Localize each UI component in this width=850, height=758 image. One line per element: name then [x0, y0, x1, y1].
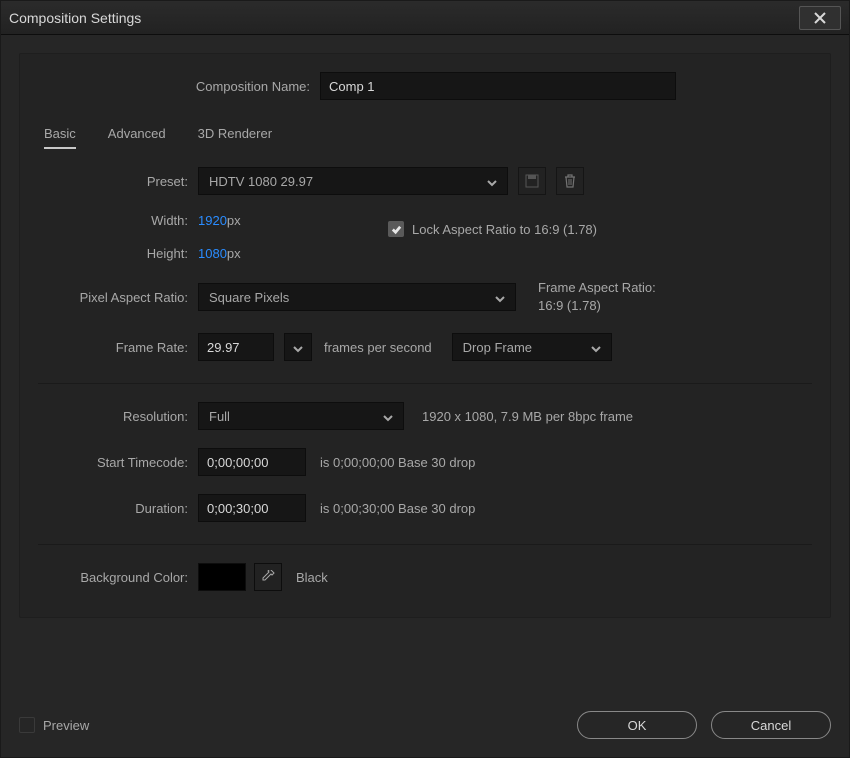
settings-panel: Composition Name: Basic Advanced 3D Rend… [19, 53, 831, 618]
eyedropper-button[interactable] [254, 563, 282, 591]
duration-label: Duration: [38, 501, 198, 516]
tab-advanced[interactable]: Advanced [108, 126, 166, 149]
preview-row: Preview [19, 717, 89, 733]
save-preset-button[interactable] [518, 167, 546, 195]
close-icon [814, 12, 826, 24]
chevron-down-icon [487, 176, 497, 186]
framerate-unit-label: frames per second [324, 340, 432, 355]
lock-aspect-label: Lock Aspect Ratio to 16:9 (1.78) [412, 222, 597, 237]
width-unit: px [227, 213, 241, 228]
resolution-label: Resolution: [38, 409, 198, 424]
delete-preset-button[interactable] [556, 167, 584, 195]
framerate-dropdown[interactable] [284, 333, 312, 361]
width-label: Width: [38, 213, 198, 228]
frame-aspect-label: Frame Aspect Ratio: [538, 279, 656, 297]
framerate-input[interactable] [198, 333, 274, 361]
resolution-info: 1920 x 1080, 7.9 MB per 8bpc frame [422, 409, 633, 424]
par-value: Square Pixels [209, 290, 289, 305]
start-timecode-label: Start Timecode: [38, 455, 198, 470]
chevron-down-icon [591, 342, 601, 352]
window-title: Composition Settings [9, 10, 141, 26]
preset-value: HDTV 1080 29.97 [209, 174, 313, 189]
composition-settings-window: Composition Settings Composition Name: B… [0, 0, 850, 758]
chevron-down-icon [495, 292, 505, 302]
cancel-button[interactable]: Cancel [711, 711, 831, 739]
divider [38, 383, 812, 384]
divider [38, 544, 812, 545]
dropframe-value: Drop Frame [463, 340, 532, 355]
save-icon [525, 174, 539, 188]
dropframe-select[interactable]: Drop Frame [452, 333, 612, 361]
ok-button[interactable]: OK [577, 711, 697, 739]
height-label: Height: [38, 246, 198, 261]
framerate-label: Frame Rate: [38, 340, 198, 355]
bg-color-label: Background Color: [38, 570, 198, 585]
preset-select[interactable]: HDTV 1080 29.97 [198, 167, 508, 195]
preset-label: Preset: [38, 174, 198, 189]
preview-label: Preview [43, 718, 89, 733]
checkmark-icon [391, 224, 402, 235]
resolution-value: Full [209, 409, 230, 424]
comp-name-label: Composition Name: [38, 79, 320, 94]
eyedropper-icon [261, 570, 275, 584]
start-timecode-info: is 0;00;00;00 Base 30 drop [320, 455, 475, 470]
tab-3d-renderer[interactable]: 3D Renderer [198, 126, 272, 149]
close-button[interactable] [799, 6, 841, 30]
lock-aspect-checkbox[interactable] [388, 221, 404, 237]
height-unit: px [227, 246, 241, 261]
start-timecode-input[interactable] [198, 448, 306, 476]
resolution-select[interactable]: Full [198, 402, 404, 430]
par-label: Pixel Aspect Ratio: [38, 290, 198, 305]
chevron-down-icon [293, 342, 303, 352]
trash-icon [563, 174, 577, 188]
chevron-down-icon [383, 411, 393, 421]
duration-input[interactable] [198, 494, 306, 522]
preview-checkbox[interactable] [19, 717, 35, 733]
tabs: Basic Advanced 3D Renderer [44, 126, 812, 149]
titlebar: Composition Settings [1, 1, 849, 35]
width-input[interactable]: 1920 [198, 213, 227, 228]
bg-color-name: Black [296, 570, 328, 585]
frame-aspect-value: 16:9 (1.78) [538, 297, 656, 315]
comp-name-input[interactable] [320, 72, 676, 100]
tab-basic[interactable]: Basic [44, 126, 76, 149]
height-input[interactable]: 1080 [198, 246, 227, 261]
par-select[interactable]: Square Pixels [198, 283, 516, 311]
bg-color-swatch[interactable] [198, 563, 246, 591]
duration-info: is 0;00;30;00 Base 30 drop [320, 501, 475, 516]
